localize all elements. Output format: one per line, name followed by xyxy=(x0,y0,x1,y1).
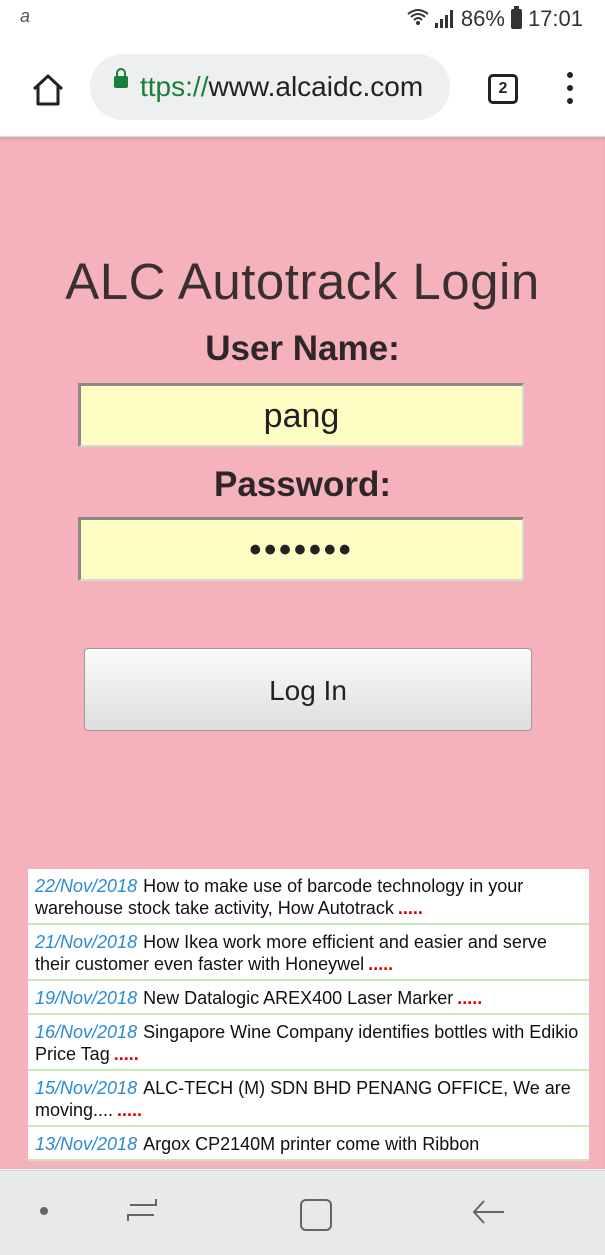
home-nav-icon[interactable] xyxy=(300,1199,332,1231)
news-more-link[interactable]: ..... xyxy=(457,988,482,1008)
news-text[interactable]: New Datalogic AREX400 Laser Marker xyxy=(143,988,453,1008)
status-bar: a 86% 17:01 xyxy=(0,0,605,38)
wifi-icon xyxy=(407,8,429,31)
news-date[interactable]: 19/Nov/2018 xyxy=(35,988,137,1008)
password-label: Password: xyxy=(214,465,391,504)
a-logo-icon: a xyxy=(20,6,31,26)
news-list: 22/Nov/2018 How to make use of barcode te… xyxy=(28,869,589,1169)
news-date[interactable]: 22/Nov/2018 xyxy=(35,876,137,896)
url-host: www.alcaidc.com xyxy=(208,71,424,102)
page-content: ALC Autotrack Login User Name: pang Pass… xyxy=(0,137,605,1169)
home-icon[interactable] xyxy=(30,73,66,107)
news-more-link[interactable]: ..... xyxy=(117,1100,142,1120)
dot-icon xyxy=(40,1207,48,1215)
news-more-link[interactable]: ..... xyxy=(398,898,423,918)
news-text[interactable]: Argox CP2140M printer come with Ribbon xyxy=(143,1134,479,1154)
news-date[interactable]: 15/Nov/2018 xyxy=(35,1078,137,1098)
news-date[interactable]: 16/Nov/2018 xyxy=(35,1022,137,1042)
news-item[interactable]: 21/Nov/2018 How Ikea work more efficient … xyxy=(28,925,589,981)
username-label: User Name: xyxy=(205,329,400,368)
tab-switcher-button[interactable]: 2 xyxy=(488,74,518,104)
more-menu-icon[interactable] xyxy=(560,72,580,104)
news-date[interactable]: 21/Nov/2018 xyxy=(35,932,137,952)
url-text[interactable]: ttps://www.alcaidc.com xyxy=(140,71,423,103)
signal-icon xyxy=(434,10,453,28)
address-bar[interactable]: ttps://www.alcaidc.com xyxy=(90,54,450,120)
clock: 17:01 xyxy=(527,6,583,31)
news-item[interactable]: 13/Nov/2018 Argox CP2140M printer come wi… xyxy=(28,1127,589,1161)
battery-percent: 86% xyxy=(460,6,505,31)
news-item[interactable]: 15/Nov/2018 ALC-TECH (M) SDN BHD PENANG O… xyxy=(28,1071,589,1127)
news-more-link[interactable]: ..... xyxy=(368,954,393,974)
lock-icon xyxy=(114,68,128,88)
news-date[interactable]: 13/Nov/2018 xyxy=(35,1134,137,1154)
username-field[interactable]: pang xyxy=(78,383,524,447)
back-icon[interactable] xyxy=(470,1195,506,1229)
login-button[interactable]: Log In xyxy=(84,648,532,731)
news-more-link[interactable]: ..... xyxy=(114,1044,139,1064)
navigation-bar xyxy=(0,1170,605,1255)
news-item[interactable]: 16/Nov/2018 Singapore Wine Company identi… xyxy=(28,1015,589,1071)
news-item[interactable]: 19/Nov/2018 New Datalogic AREX400 Laser M… xyxy=(28,981,589,1015)
news-item[interactable]: 22/Nov/2018 How to make use of barcode te… xyxy=(28,869,589,925)
password-field[interactable]: ••••••• xyxy=(78,517,524,581)
status-icons: 86% 17:01 xyxy=(407,6,583,32)
page-title: ALC Autotrack Login xyxy=(65,253,540,310)
battery-icon xyxy=(510,6,522,29)
browser-toolbar: ttps://www.alcaidc.com 2 xyxy=(0,38,605,137)
recent-apps-icon[interactable] xyxy=(122,1195,162,1227)
url-scheme: ttps:// xyxy=(140,71,209,102)
